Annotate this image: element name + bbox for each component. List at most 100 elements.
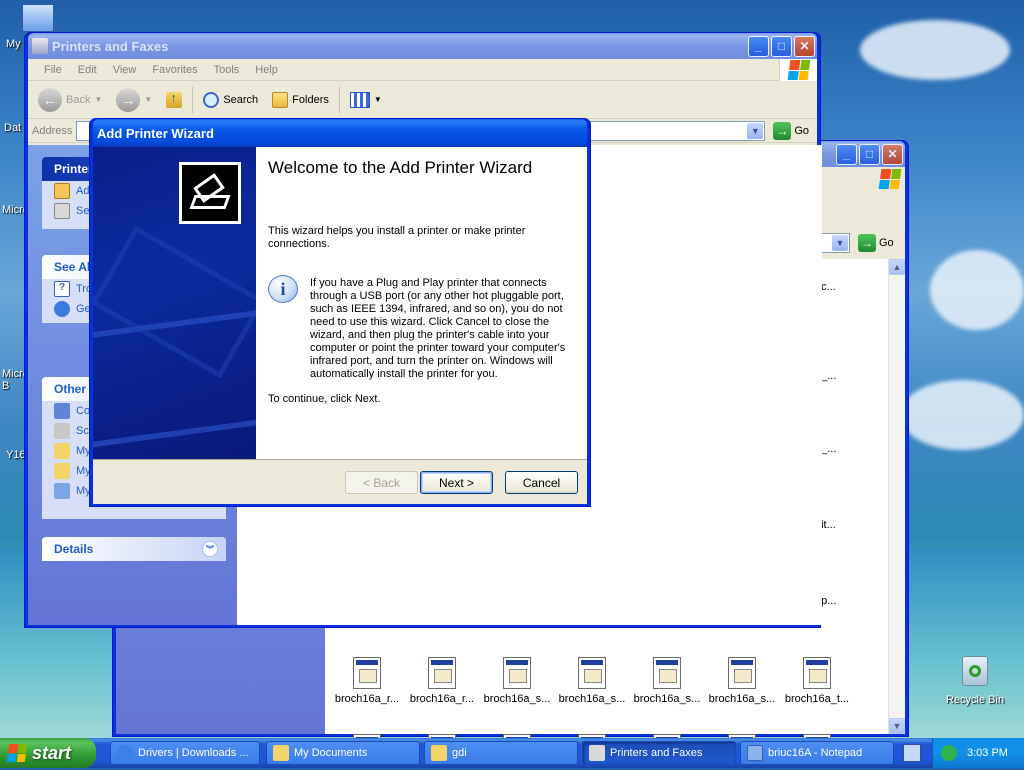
taskbar-item-gdi[interactable]: gdi (424, 741, 578, 765)
details-header[interactable]: Details ︾ (42, 537, 226, 561)
taskbar-item-browser[interactable]: Drivers | Downloads ... (110, 741, 260, 765)
recycle-bin-label[interactable]: Recycle Bin (946, 694, 1004, 706)
file-name: broch16a_t... (784, 693, 850, 705)
wizard-intro-text: This wizard helps you install a printer … (268, 225, 526, 250)
search-icon (203, 91, 220, 108)
forward-button[interactable]: → ▼ (112, 86, 156, 114)
up-arrow-folder-icon: ↑ (166, 90, 183, 108)
document-icon (353, 657, 381, 689)
add-printer-icon (54, 183, 70, 199)
minimize-button[interactable]: _ (836, 143, 857, 165)
folder-icon (54, 443, 70, 459)
wizard-side-graphic (93, 147, 256, 459)
desktop-icon-label[interactable]: My (6, 38, 21, 50)
document-icon (578, 657, 606, 689)
document-icon (428, 657, 456, 689)
folder-icon (431, 745, 447, 761)
menu-favorites[interactable]: Favorites (144, 64, 205, 76)
scroll-up-button[interactable]: ▲ (889, 259, 905, 275)
scroll-down-button[interactable]: ▼ (889, 718, 905, 734)
chevron-down-icon[interactable]: ︾ (202, 541, 218, 557)
close-button[interactable]: ✕ (882, 143, 903, 165)
file-item[interactable]: broch16a_r... (406, 657, 478, 705)
network-icon[interactable] (941, 745, 957, 761)
background-go-button[interactable]: → Go (854, 234, 902, 252)
file-name: broch16a_r... (334, 693, 400, 705)
printer-icon-frame (179, 162, 241, 224)
back-button[interactable]: ← Back ▼ (34, 86, 106, 114)
desktop-icon-label[interactable]: Micro B (2, 368, 29, 392)
menu-edit[interactable]: Edit (70, 64, 105, 76)
back-arrow-icon: ← (38, 87, 62, 112)
file-item[interactable]: broch16a_s... (706, 657, 778, 705)
file-item[interactable]: broch16a_s... (556, 657, 628, 705)
views-button[interactable]: ▼ (346, 90, 386, 110)
info-icon: i (268, 275, 298, 307)
wizard-body: Welcome to the Add Printer Wizard This w… (93, 147, 587, 504)
cloud-decoration (930, 250, 1024, 330)
file-item[interactable]: broch16a_s... (631, 657, 703, 705)
document-icon (653, 657, 681, 689)
window-titlebar[interactable]: Printers and Faxes _ □ ✕ (28, 33, 817, 59)
printer-icon (182, 165, 238, 221)
go-arrow-icon: → (773, 121, 792, 140)
taskbar-item-printers-faxes[interactable]: Printers and Faxes (582, 741, 736, 765)
window-title: Printers and Faxes (52, 38, 169, 54)
notepad-icon (747, 745, 763, 761)
folder-icon (54, 463, 70, 479)
taskbar-item-notepad[interactable]: briuc16A - Notepad (740, 741, 894, 765)
keyboard-icon[interactable] (903, 744, 921, 762)
add-printer-wizard-dialog[interactable]: Add Printer Wizard Welcome to the Add Pr… (89, 118, 591, 507)
cloud-decoration (900, 380, 1024, 450)
cloud-decoration (860, 20, 1010, 80)
chevron-down-icon: ▼ (747, 122, 764, 139)
go-arrow-icon: → (858, 234, 876, 252)
desktop-icon-label[interactable]: Y16 (6, 449, 26, 461)
details-box: Details ︾ (42, 537, 226, 561)
document-icon (803, 657, 831, 689)
menu-tools[interactable]: Tools (206, 64, 248, 76)
menu-bar: File Edit View Favorites Tools Help (28, 58, 817, 81)
forward-arrow-icon: → (116, 87, 141, 112)
search-button[interactable]: Search (199, 90, 262, 110)
file-name: broch16a_s... (558, 693, 626, 705)
standard-toolbar: ← Back ▼ → ▼ ↑ Search Folders ▼ (28, 81, 817, 119)
views-icon (349, 91, 370, 108)
go-button[interactable]: → Go (769, 121, 817, 140)
minimize-button[interactable]: _ (748, 35, 769, 57)
maximize-button[interactable]: □ (771, 35, 792, 57)
file-item[interactable]: broch16a_t... (781, 657, 853, 705)
cancel-button[interactable]: Cancel (505, 471, 578, 494)
menu-help[interactable]: Help (247, 64, 286, 76)
start-button[interactable]: start (0, 738, 96, 768)
system-tray: 3:03 PM (932, 738, 1024, 768)
printer-folder-icon (32, 38, 48, 54)
my-computer-icon[interactable] (22, 4, 54, 32)
toolbar-separator (338, 86, 340, 113)
up-folder-button[interactable]: ↑ (162, 90, 186, 110)
folders-button[interactable]: Folders (268, 90, 333, 110)
menu-file[interactable]: File (36, 64, 70, 76)
file-item[interactable]: broch16a_s... (481, 657, 553, 705)
windows-flag-icon (878, 169, 902, 189)
close-button[interactable]: ✕ (794, 35, 815, 57)
scanner-icon (54, 423, 70, 439)
next-button[interactable]: Next > (420, 471, 493, 494)
menu-view[interactable]: View (105, 64, 145, 76)
recycle-bin-icon[interactable] (962, 656, 988, 686)
vertical-scrollbar[interactable]: ▲ ▼ (888, 259, 905, 734)
desktop-icon-label[interactable]: Dat (4, 122, 21, 134)
file-item[interactable]: broch16a_r... (331, 657, 403, 705)
taskbar-item-my-documents[interactable]: My Documents (266, 741, 420, 765)
address-label: Address (32, 124, 73, 137)
clock[interactable]: 3:03 PM (967, 747, 1008, 759)
scroll-down-wrap: ▼ (889, 718, 905, 734)
maximize-button[interactable]: □ (859, 143, 880, 165)
windows-logo-area (816, 169, 906, 193)
chevron-down-icon: ▼ (832, 235, 848, 251)
back-button[interactable]: < Back (345, 471, 418, 494)
document-icon (728, 657, 756, 689)
wizard-titlebar[interactable]: Add Printer Wizard (93, 119, 587, 147)
folders-icon (272, 91, 289, 108)
taskbar: start Drivers | Downloads ... My Documen… (0, 738, 1024, 768)
